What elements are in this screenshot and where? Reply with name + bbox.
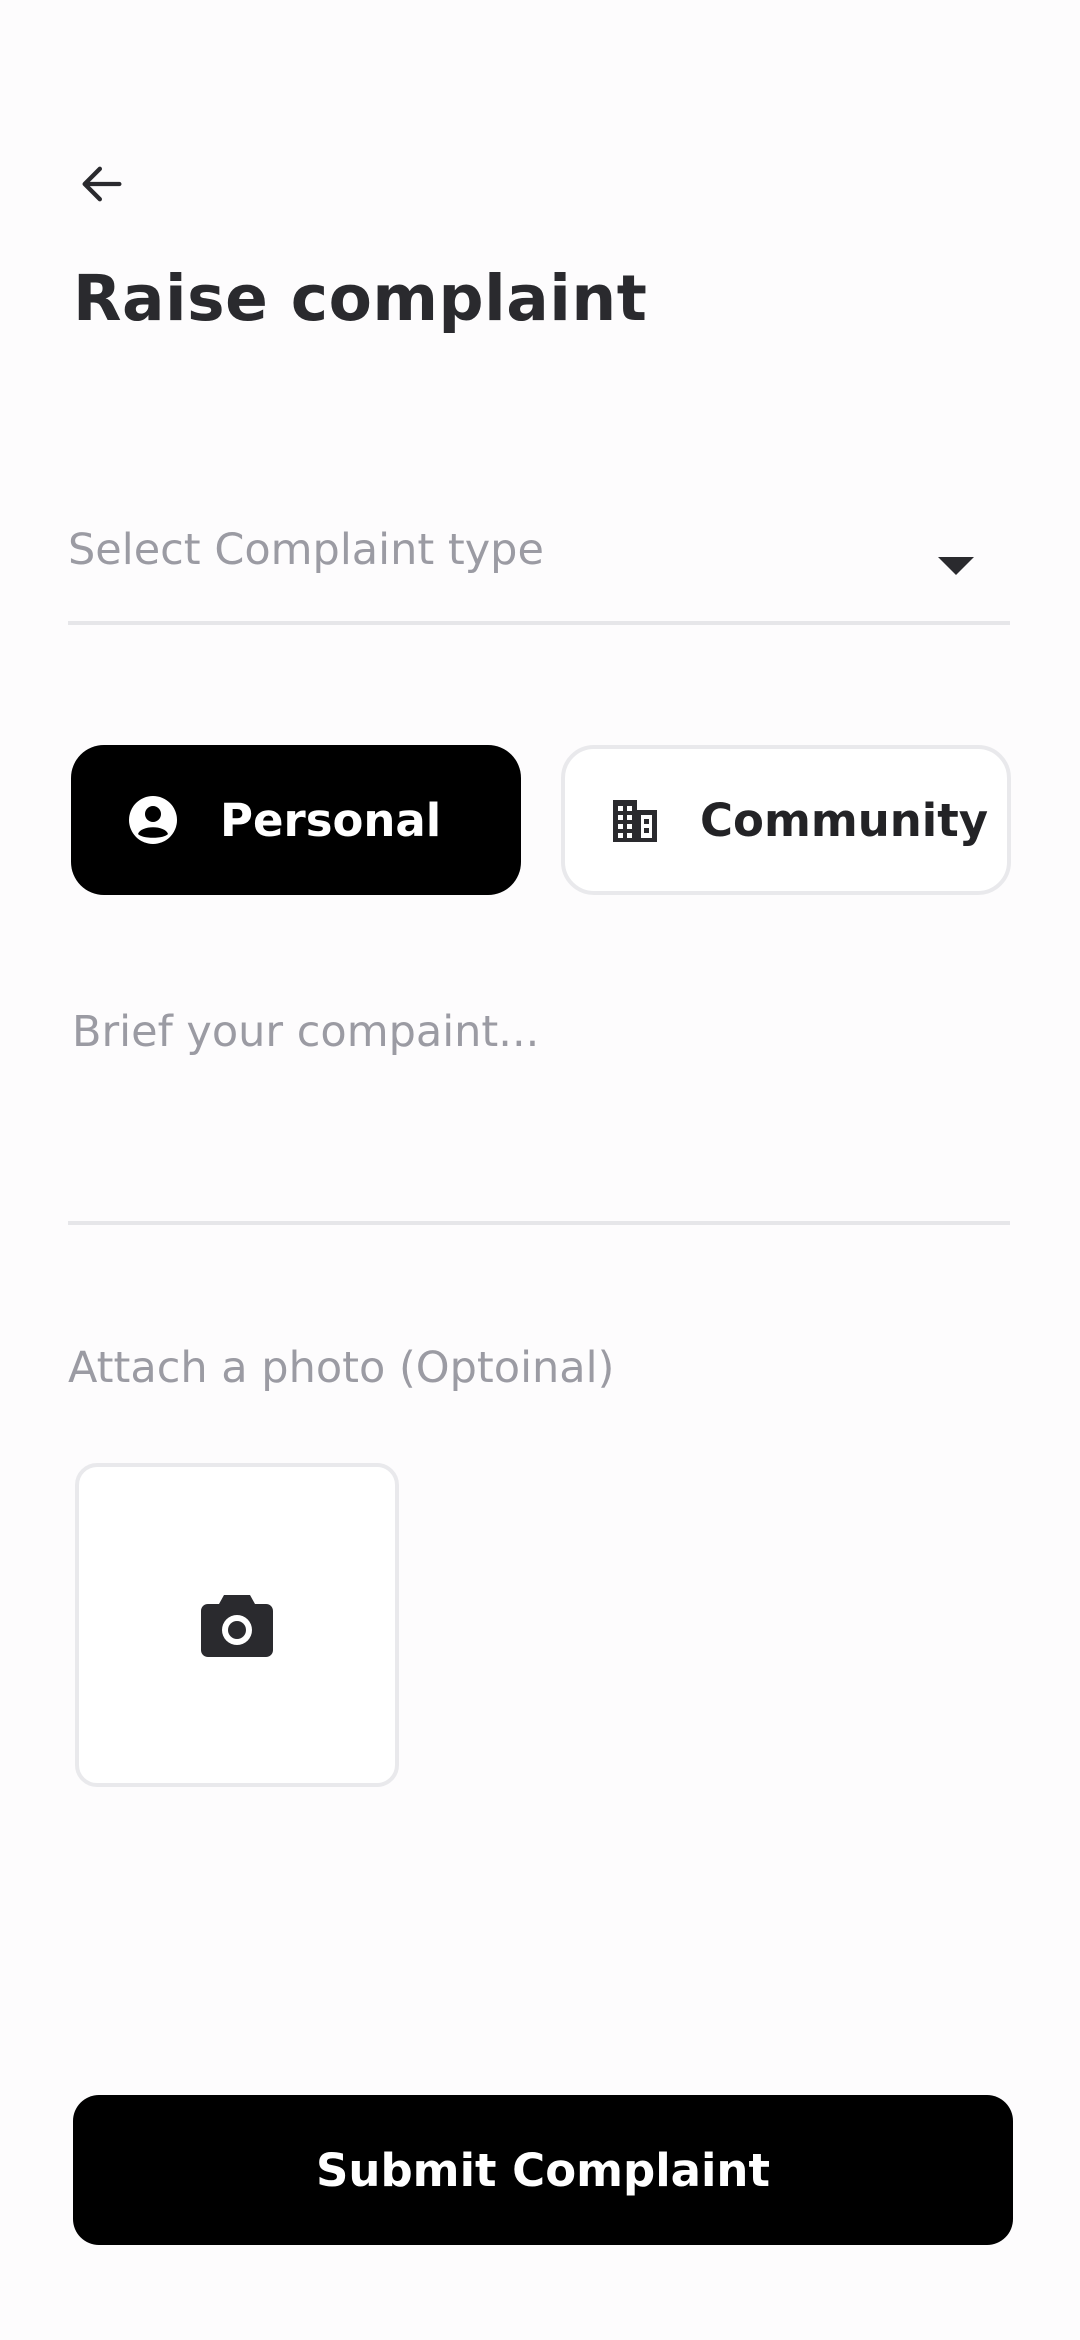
person-circle-icon [126, 793, 180, 847]
submit-complaint-button[interactable]: Submit Complaint [73, 2095, 1013, 2245]
complaint-description-placeholder: Brief your compaint... [72, 1007, 540, 1057]
page-title: Raise complaint [73, 262, 648, 335]
attach-photo-button[interactable] [75, 1463, 399, 1787]
community-label: Community [700, 793, 989, 847]
building-icon [608, 793, 662, 847]
personal-toggle-button[interactable]: Personal [71, 745, 521, 895]
caret-down-icon [938, 557, 974, 575]
personal-label: Personal [220, 793, 442, 847]
community-toggle-button[interactable]: Community [561, 745, 1011, 895]
back-button[interactable] [66, 148, 138, 220]
camera-icon [201, 1595, 273, 1657]
complaint-description-input[interactable]: Brief your compaint... [68, 995, 1010, 1225]
complaint-type-placeholder: Select Complaint type [68, 525, 544, 575]
complaint-type-dropdown[interactable]: Select Complaint type [68, 505, 1010, 625]
arrow-left-icon [82, 166, 122, 202]
submit-label: Submit Complaint [316, 2143, 770, 2197]
attach-photo-label: Attach a photo (Optoinal) [68, 1343, 615, 1393]
